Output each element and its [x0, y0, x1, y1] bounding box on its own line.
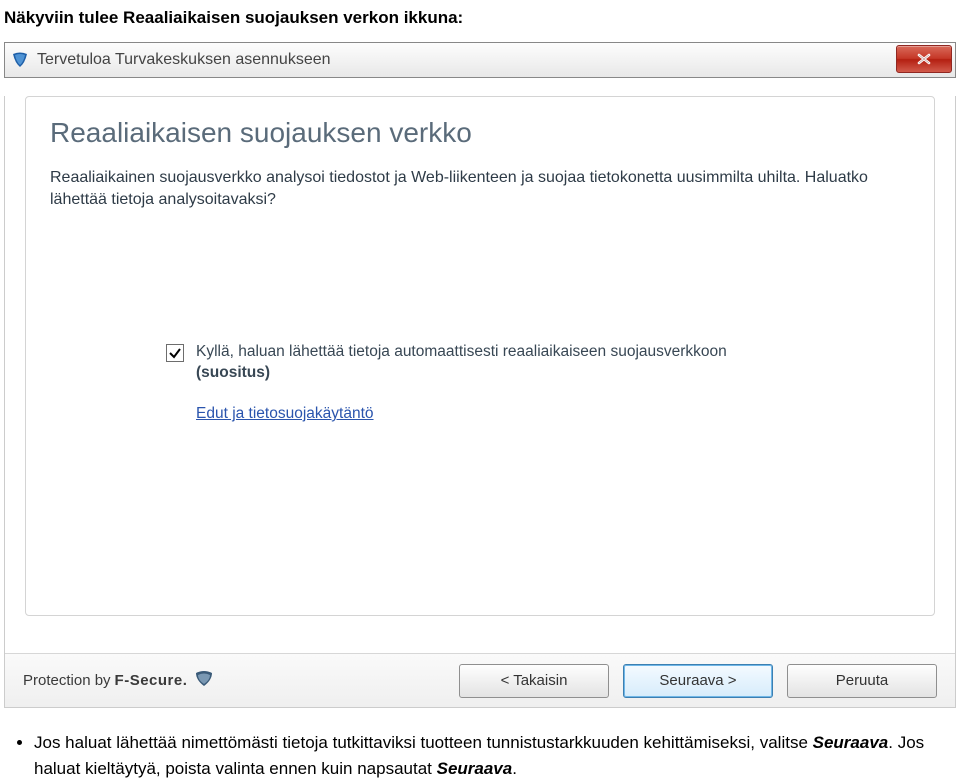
installer-window: Tervetuloa Turvakeskuksen asennukseen Re… [4, 42, 956, 708]
bullet-trailing: . [512, 759, 517, 778]
window-body: Reaaliaikaisen suojauksen verkko Reaalia… [4, 96, 956, 708]
bullet-leading: Jos haluat lähettää nimettömästi tietoja… [34, 733, 813, 752]
brand-prefix: Protection by [23, 672, 111, 689]
footer-buttons: < Takaisin Seuraava > Peruuta [459, 664, 937, 698]
brand-logo-icon [193, 670, 215, 692]
checkbox-label: Kyllä, haluan lähettää tietoja automaatt… [196, 342, 727, 384]
bullet-button-name-2: Seuraava [437, 759, 513, 778]
checkmark-icon [168, 346, 182, 360]
consent-checkbox[interactable] [166, 344, 184, 362]
content-panel: Reaaliaikaisen suojauksen verkko Reaalia… [25, 96, 935, 616]
window-title: Tervetuloa Turvakeskuksen asennukseen [37, 51, 331, 69]
next-button[interactable]: Seuraava > [623, 664, 773, 698]
back-button[interactable]: < Takaisin [459, 664, 609, 698]
bullet-button-name-1: Seuraava [813, 733, 889, 752]
cancel-button[interactable]: Peruuta [787, 664, 937, 698]
app-icon [11, 51, 29, 69]
close-icon [916, 52, 932, 66]
footer-bar: Protection by F-Secure. < Takaisin Seura… [5, 653, 955, 707]
doc-intro-text: Näkyviin tulee Reaaliaikaisen suojauksen… [0, 0, 960, 42]
brand-name: F-Secure. [115, 672, 188, 689]
close-button[interactable] [896, 45, 952, 73]
panel-description: Reaaliaikainen suojausverkko analysoi ti… [50, 167, 870, 210]
titlebar: Tervetuloa Turvakeskuksen asennukseen [4, 42, 956, 78]
panel-heading: Reaaliaikaisen suojauksen verkko [50, 117, 910, 149]
privacy-link[interactable]: Edut ja tietosuojakäytäntö [196, 405, 374, 423]
checkbox-label-main: Kyllä, haluan lähettää tietoja automaatt… [196, 343, 727, 360]
checkbox-label-suffix: (suositus) [196, 364, 270, 381]
doc-bullet-item: Jos haluat lähettää nimettömästi tietoja… [34, 730, 952, 781]
checkbox-row: Kyllä, haluan lähettää tietoja automaatt… [166, 342, 727, 384]
doc-bullet-list: Jos haluat lähettää nimettömästi tietoja… [8, 730, 952, 781]
brand-area: Protection by F-Secure. [23, 670, 215, 692]
